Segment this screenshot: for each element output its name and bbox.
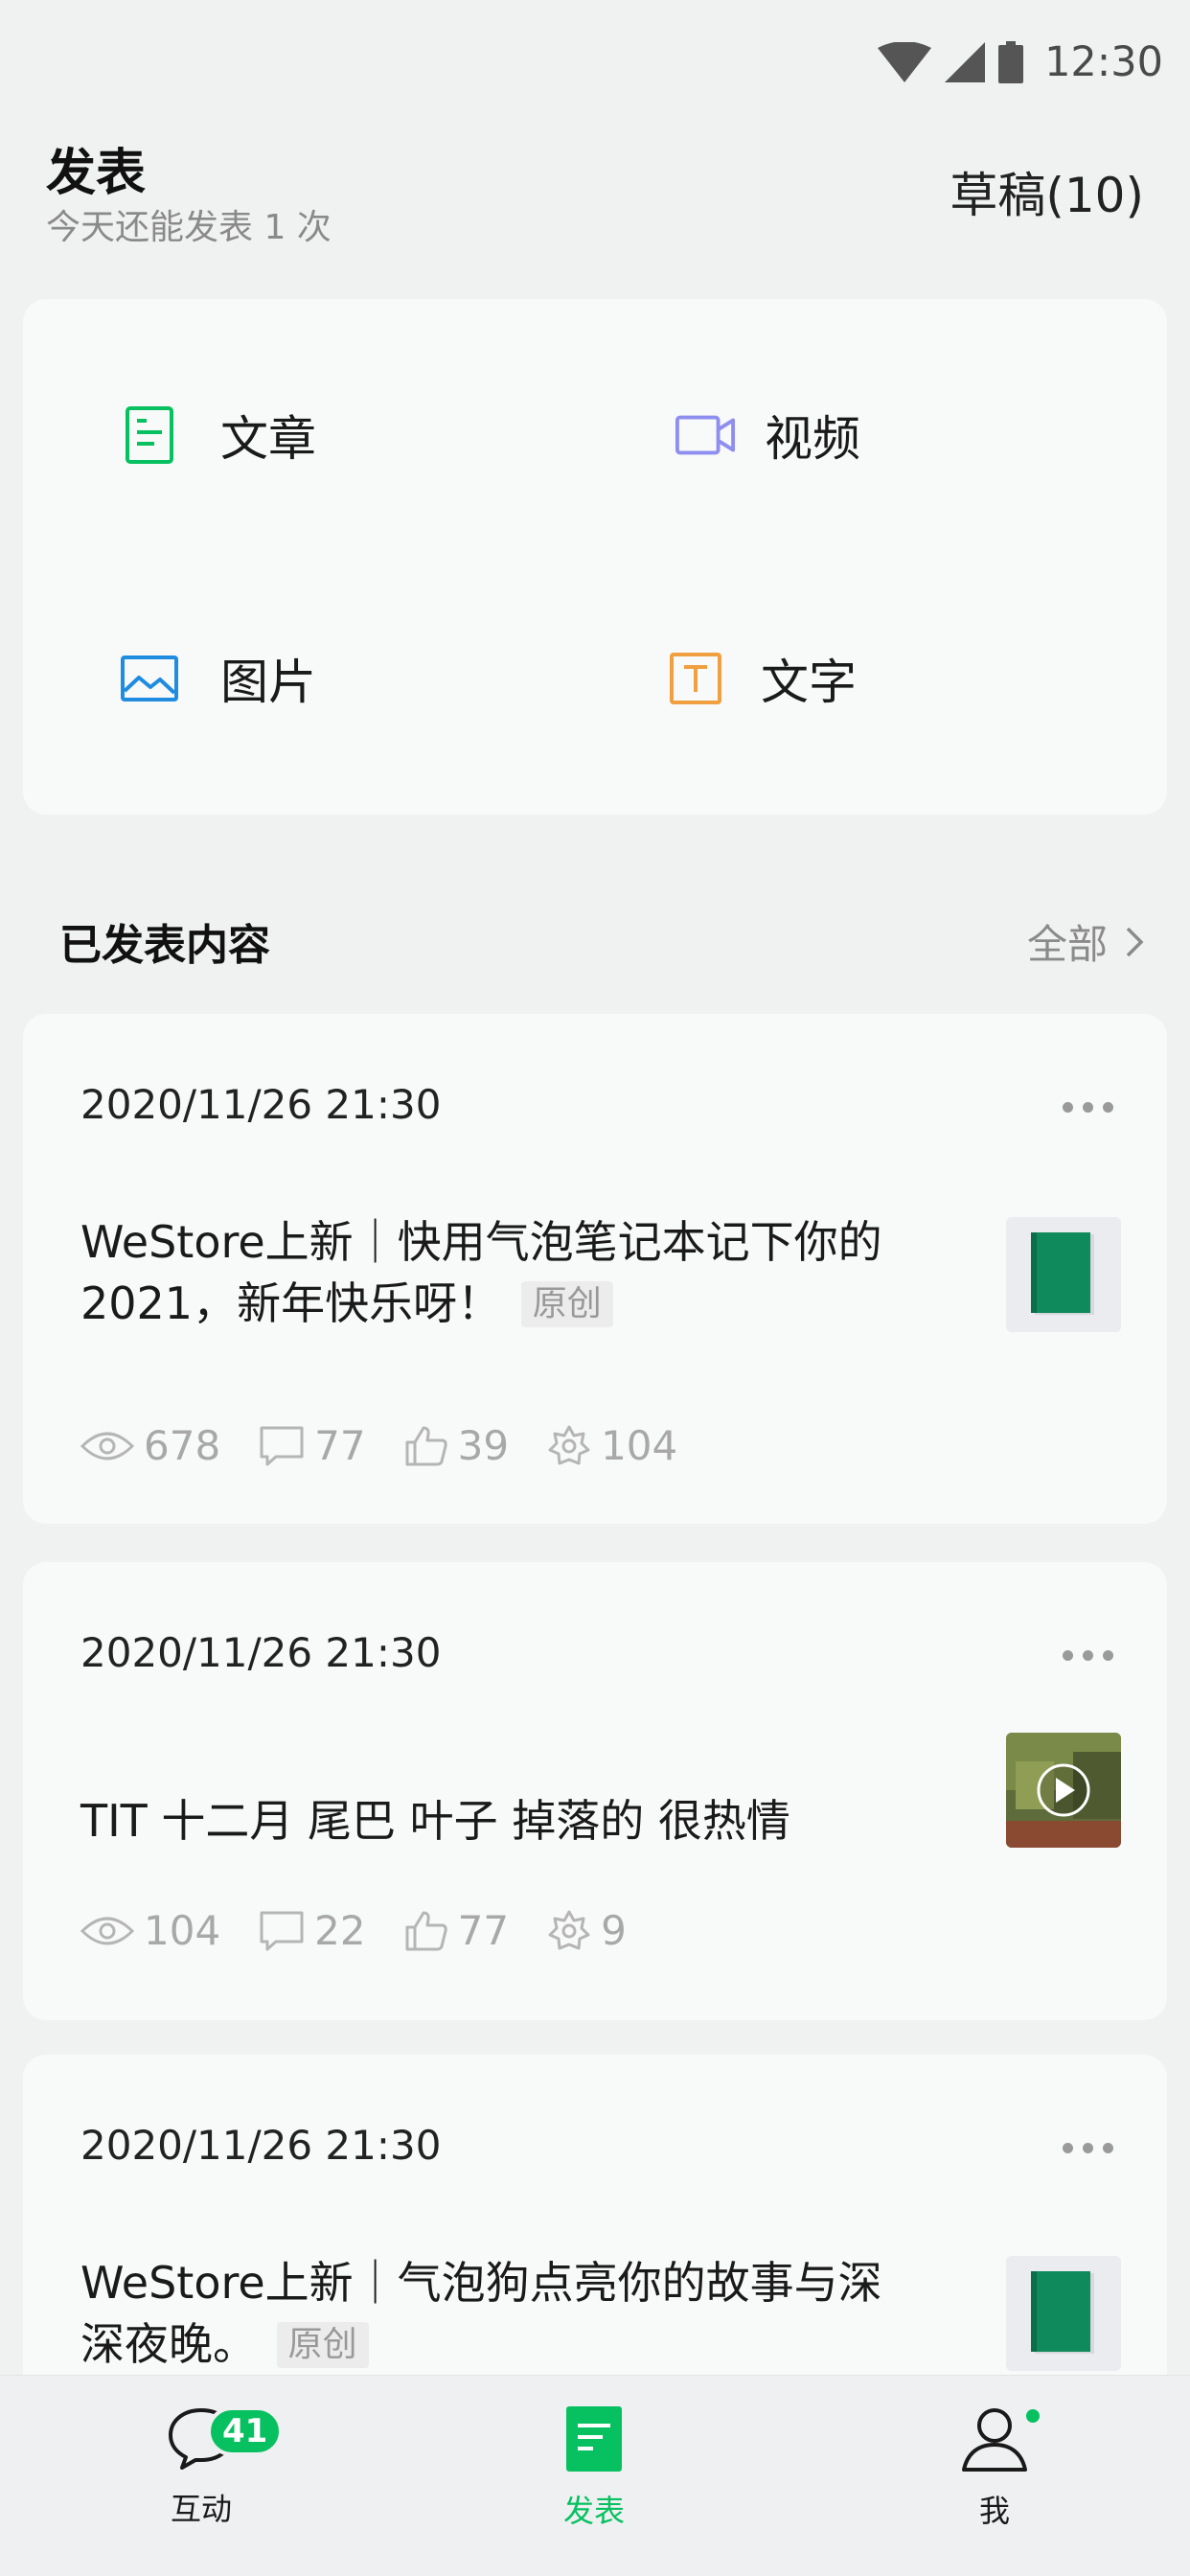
notification-dot — [1023, 2406, 1042, 2426]
publish-document-icon — [566, 2406, 622, 2472]
notebook-thumbnail-image — [1006, 2256, 1121, 2371]
tab-me[interactable]: 我 — [880, 2404, 1110, 2531]
eye-icon — [80, 1432, 134, 1460]
thumbs-up-icon — [405, 1426, 447, 1465]
post-stats: 678 77 39 104 — [80, 1422, 716, 1469]
tab-me-label: 我 — [978, 2493, 1010, 2529]
post-title-text: WeStore上新｜气泡狗点亮你的故事与深深夜晚。 — [80, 2257, 882, 2370]
shares-count: 9 — [601, 1907, 627, 1954]
notification-badge: 41 — [207, 2406, 284, 2456]
post-thumbnail — [1006, 1733, 1121, 1848]
thumbs-up-icon — [405, 1911, 447, 1950]
tab-interaction[interactable]: 互动 41 — [86, 2404, 316, 2529]
post-title: TIT 十二月 尾巴 叶子 掉落的 很热情 — [80, 1790, 924, 1852]
battery-icon — [998, 41, 1024, 83]
post-card[interactable]: 2020/11/26 21:30 TIT 十二月 尾巴 叶子 掉落的 很热情 1… — [23, 1562, 1167, 2020]
create-article-label: 文章 — [220, 411, 316, 467]
tab-bar: 互动 41 发表 我 — [0, 2375, 1190, 2576]
page-title: 发表 — [46, 145, 147, 202]
create-video-label: 视频 — [765, 411, 860, 467]
comment-icon — [260, 1911, 304, 1950]
view-all-label: 全部 — [1026, 921, 1108, 968]
text-icon — [665, 648, 726, 709]
status-bar: 12:30 — [0, 0, 1190, 125]
post-card[interactable]: 2020/11/26 21:30 WeStore上新｜快用气泡笔记本记下你的20… — [23, 1014, 1167, 1524]
publish-quota-text: 今天还能发表 1 次 — [46, 208, 332, 247]
comments-stat: 22 — [259, 1907, 366, 1954]
section-title: 已发表内容 — [59, 921, 270, 970]
likes-stat: 39 — [404, 1422, 509, 1469]
views-stat: 678 — [80, 1422, 220, 1469]
post-date: 2020/11/26 21:30 — [80, 1081, 442, 1128]
views-count: 678 — [144, 1422, 221, 1469]
drafts-button[interactable]: 草稿(10) — [950, 157, 1144, 226]
post-date: 2020/11/26 21:30 — [80, 2122, 442, 2169]
chevron-right-icon — [1126, 927, 1144, 956]
tab-publish[interactable]: 发表 — [479, 2404, 709, 2531]
more-options-icon[interactable] — [1063, 1650, 1113, 1661]
create-article-button[interactable]: 文章 — [119, 387, 316, 483]
comments-stat: 77 — [259, 1422, 366, 1469]
shares-stat: 9 — [547, 1907, 627, 1954]
article-icon — [119, 404, 180, 466]
post-date: 2020/11/26 21:30 — [80, 1629, 442, 1676]
signal-icon — [945, 42, 986, 82]
post-title: WeStore上新｜气泡狗点亮你的故事与深深夜晚。 原创 — [80, 2252, 924, 2375]
comment-icon — [260, 1426, 304, 1465]
create-card: 文章 视频 图片 文字 — [23, 299, 1167, 815]
likes-count: 39 — [457, 1422, 510, 1469]
shares-stat: 104 — [547, 1422, 677, 1469]
post-thumbnail — [1006, 1217, 1121, 1332]
shares-count: 104 — [601, 1422, 678, 1469]
tab-interaction-label: 互动 — [170, 2491, 232, 2527]
original-tag: 原创 — [520, 1281, 613, 1327]
post-title: WeStore上新｜快用气泡笔记本记下你的2021，新年快乐呀！ 原创 — [80, 1211, 924, 1334]
tab-publish-label: 发表 — [562, 2493, 625, 2529]
create-image-button[interactable]: 图片 — [119, 631, 316, 726]
video-icon — [675, 404, 736, 466]
wifi-icon — [878, 42, 932, 82]
post-thumbnail — [1006, 2256, 1121, 2371]
create-video-button[interactable]: 视频 — [675, 387, 860, 483]
more-options-icon[interactable] — [1063, 1102, 1113, 1113]
more-options-icon[interactable] — [1063, 2143, 1113, 2153]
create-image-label: 图片 — [220, 655, 316, 710]
comments-count: 22 — [314, 1907, 366, 1954]
person-icon — [962, 2408, 1027, 2472]
notebook-thumbnail-image — [1006, 1217, 1121, 1332]
eye-icon — [80, 1917, 134, 1944]
views-stat: 104 — [80, 1907, 220, 1954]
views-count: 104 — [144, 1907, 221, 1954]
original-tag: 原创 — [276, 2322, 369, 2368]
status-icons: 12:30 — [878, 38, 1163, 86]
view-all-button[interactable]: 全部 — [1027, 912, 1144, 971]
likes-count: 77 — [457, 1907, 510, 1954]
post-title-text: TIT 十二月 尾巴 叶子 掉落的 很热情 — [80, 1795, 790, 1847]
create-text-button[interactable]: 文字 — [665, 631, 857, 726]
likes-stat: 77 — [404, 1907, 509, 1954]
post-stats: 104 22 77 9 — [80, 1907, 665, 1954]
video-thumbnail-image — [1006, 1733, 1121, 1848]
create-text-label: 文字 — [761, 655, 857, 710]
share-icon — [548, 1910, 590, 1949]
share-icon — [548, 1425, 590, 1464]
post-title-text: WeStore上新｜快用气泡笔记本记下你的2021，新年快乐呀！ — [80, 1216, 882, 1329]
status-time: 12:30 — [1044, 38, 1163, 86]
comments-count: 77 — [314, 1422, 366, 1469]
image-icon — [119, 648, 180, 709]
